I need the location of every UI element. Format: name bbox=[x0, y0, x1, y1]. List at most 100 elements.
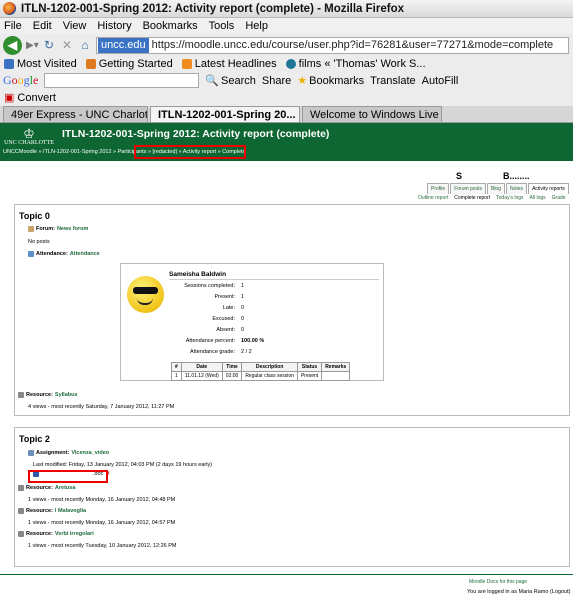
resource-row-malavoglia: Resource: I Malavoglia bbox=[18, 508, 86, 514]
forum-link[interactable]: News forum bbox=[57, 226, 88, 232]
unc-charlotte-logo[interactable]: ♔ UNC CHARLOTTE bbox=[4, 127, 54, 146]
subtab-complete-report[interactable]: Complete report bbox=[454, 195, 490, 201]
subtab-grade[interactable]: Grade bbox=[552, 195, 566, 201]
topic-2-title: Topic 2 bbox=[19, 434, 50, 444]
profile-tabs: Profile Forum posts Blog Notes Activity … bbox=[427, 183, 569, 194]
stat-grade-value: 2 / 2 bbox=[241, 349, 252, 355]
attendance-link[interactable]: Attendance bbox=[70, 251, 100, 257]
menu-bookmarks[interactable]: Bookmarks bbox=[143, 20, 198, 32]
tab-activity-reports[interactable]: Activity reports bbox=[528, 183, 569, 194]
close-tab-icon[interactable]: ✕ bbox=[298, 109, 299, 120]
verbi-irregolari-link[interactable]: Verbi irregolari bbox=[55, 531, 94, 537]
attendance-row: Attendance: Attendance bbox=[28, 251, 100, 257]
resource-row-aretusa: Resource: Aretusa bbox=[18, 485, 75, 491]
share-button[interactable]: Share bbox=[262, 75, 291, 87]
bookmark-icon bbox=[4, 59, 14, 69]
menu-view[interactable]: View bbox=[63, 20, 87, 32]
moodle-header: ♔ UNC CHARLOTTE ITLN-1202-001-Spring 201… bbox=[0, 123, 573, 161]
file-highlight-box bbox=[28, 470, 108, 483]
bookmark-films[interactable]: films « 'Thomas' Work S... bbox=[285, 58, 426, 70]
bookmark-getting-started[interactable]: Getting Started bbox=[85, 58, 173, 70]
tab-forum-posts[interactable]: Forum posts bbox=[450, 183, 486, 194]
firefox-icon bbox=[3, 2, 16, 15]
rss-icon bbox=[181, 59, 192, 69]
subtab-outline-report[interactable]: Outline report bbox=[418, 195, 448, 201]
malavoglia-views: 1 views - most recently Monday, 16 Janua… bbox=[28, 520, 176, 526]
attendance-summary-box: Sameisha Baldwin Sessions completed: 1 P… bbox=[120, 263, 384, 381]
assignment-link[interactable]: Vicenza_video bbox=[71, 450, 109, 456]
menu-file[interactable]: File bbox=[4, 20, 22, 32]
tab-49er-express[interactable]: 49er Express - UNC Charlotte bbox=[3, 106, 148, 122]
site-identity-badge[interactable]: uncc.edu bbox=[98, 37, 149, 53]
window-title-bar: ITLN-1202-001-Spring 2012: Activity repo… bbox=[0, 0, 573, 18]
menu-edit[interactable]: Edit bbox=[33, 20, 52, 32]
tab-profile[interactable]: Profile bbox=[427, 183, 450, 194]
assignment-modified: Last modified: Friday, 13 January 2012, … bbox=[33, 462, 213, 468]
aretusa-link[interactable]: Aretusa bbox=[55, 485, 75, 491]
menu-tools[interactable]: Tools bbox=[209, 20, 235, 32]
google-search-input[interactable] bbox=[44, 73, 200, 88]
convert-toolbar: ▣ Convert bbox=[0, 89, 573, 106]
bookmark-most-visited[interactable]: Most Visited bbox=[4, 58, 77, 70]
menu-bar: File Edit View History Bookmarks Tools H… bbox=[0, 18, 573, 34]
tab-activity-report[interactable]: ITLN-1202-001-Spring 20... ✕ bbox=[150, 106, 300, 122]
subtab-todays-logs[interactable]: Today's logs bbox=[496, 195, 523, 201]
search-icon: 🔍 bbox=[205, 75, 220, 87]
user-avatar bbox=[127, 276, 164, 313]
page-footer: Moodle Docs for this page You are logged… bbox=[0, 574, 573, 595]
resource-icon bbox=[18, 485, 24, 491]
course-title: ITLN-1202-001-Spring 2012: Activity repo… bbox=[62, 128, 330, 140]
tab-blog[interactable]: Blog bbox=[486, 183, 505, 194]
table-header-row: # Date Time Description Status Remarks bbox=[171, 362, 351, 372]
wordpress-icon bbox=[285, 59, 296, 69]
address-bar[interactable]: uncc.edu https://moodle.uncc.edu/course/… bbox=[96, 36, 569, 54]
sessions-table: # Date Time Description Status Remarks 1… bbox=[171, 362, 351, 381]
resource-icon bbox=[18, 392, 24, 398]
reload-icon[interactable]: ↻ bbox=[42, 37, 56, 53]
pdf-icon: ▣ bbox=[4, 92, 15, 104]
bookmarks-bar: Most Visited Getting Started Latest Head… bbox=[0, 56, 573, 72]
stat-absent-value: 0 bbox=[241, 327, 245, 333]
forum-icon bbox=[28, 226, 34, 232]
redaction-highlight-box bbox=[134, 145, 246, 159]
assignment-icon bbox=[28, 450, 34, 456]
forum-row: Forum: News forum bbox=[28, 226, 88, 232]
assignment-row: Assignment: Vicenza_video bbox=[28, 450, 109, 456]
bookmarks-button[interactable]: ★ Bookmarks bbox=[297, 74, 364, 88]
bookmark-latest-headlines[interactable]: Latest Headlines bbox=[181, 58, 277, 70]
stat-late-value: 0 bbox=[241, 305, 245, 311]
tab-strip: 49er Express - UNC Charlotte ITLN-1202-0… bbox=[0, 106, 573, 123]
topic-0-title: Topic 0 bbox=[19, 211, 50, 221]
crown-icon: ♔ bbox=[23, 126, 35, 141]
resource-icon bbox=[18, 531, 24, 537]
convert-button[interactable]: Convert bbox=[17, 92, 56, 104]
stat-excused-value: 0 bbox=[241, 316, 245, 322]
moodle-docs-link[interactable]: Moodle Docs for this page bbox=[469, 579, 527, 585]
home-icon[interactable]: ⌂ bbox=[78, 37, 92, 53]
syllabus-link[interactable]: Syllabus bbox=[55, 392, 78, 398]
attendance-icon bbox=[28, 251, 34, 257]
logged-in-info[interactable]: You are logged in as Maria Ramo (Logout) bbox=[467, 589, 570, 595]
back-arrow-icon[interactable]: ◀ bbox=[3, 35, 22, 55]
translate-button[interactable]: Translate bbox=[370, 75, 415, 87]
topic-0-section: Topic 0 Forum: News forum No posts Atten… bbox=[14, 204, 570, 416]
autofill-button[interactable]: AutoFill bbox=[422, 75, 459, 87]
malavoglia-link[interactable]: I Malavoglia bbox=[55, 508, 86, 514]
tab-notes[interactable]: Notes bbox=[506, 183, 528, 194]
stat-percent-value: 100.00 % bbox=[241, 338, 265, 344]
subtab-all-logs[interactable]: All logs bbox=[530, 195, 546, 201]
forward-arrow-icon[interactable]: ▶▾ bbox=[26, 37, 39, 53]
url-text: https://moodle.uncc.edu/course/user.php?… bbox=[151, 39, 554, 51]
tab-windows-live[interactable]: Welcome to Windows Live bbox=[302, 106, 442, 122]
menu-history[interactable]: History bbox=[97, 20, 131, 32]
window-title: ITLN-1202-001-Spring 2012: Activity repo… bbox=[21, 2, 404, 15]
student-name: Sameisha Baldwin bbox=[169, 271, 227, 278]
forum-posts-text: No posts bbox=[28, 239, 50, 245]
report-subtabs: Outline report Complete report Today's l… bbox=[418, 195, 566, 201]
menu-help[interactable]: Help bbox=[245, 20, 268, 32]
google-toolbar: Google 🔍 Search Share ★ Bookmarks Translat… bbox=[0, 72, 573, 89]
google-search-button[interactable]: 🔍 Search bbox=[205, 74, 256, 88]
user-last-name: B........ bbox=[503, 171, 530, 181]
stop-icon[interactable]: ✕ bbox=[60, 37, 74, 53]
page-content: S B........ Profile Forum posts Blog Not… bbox=[0, 161, 573, 595]
